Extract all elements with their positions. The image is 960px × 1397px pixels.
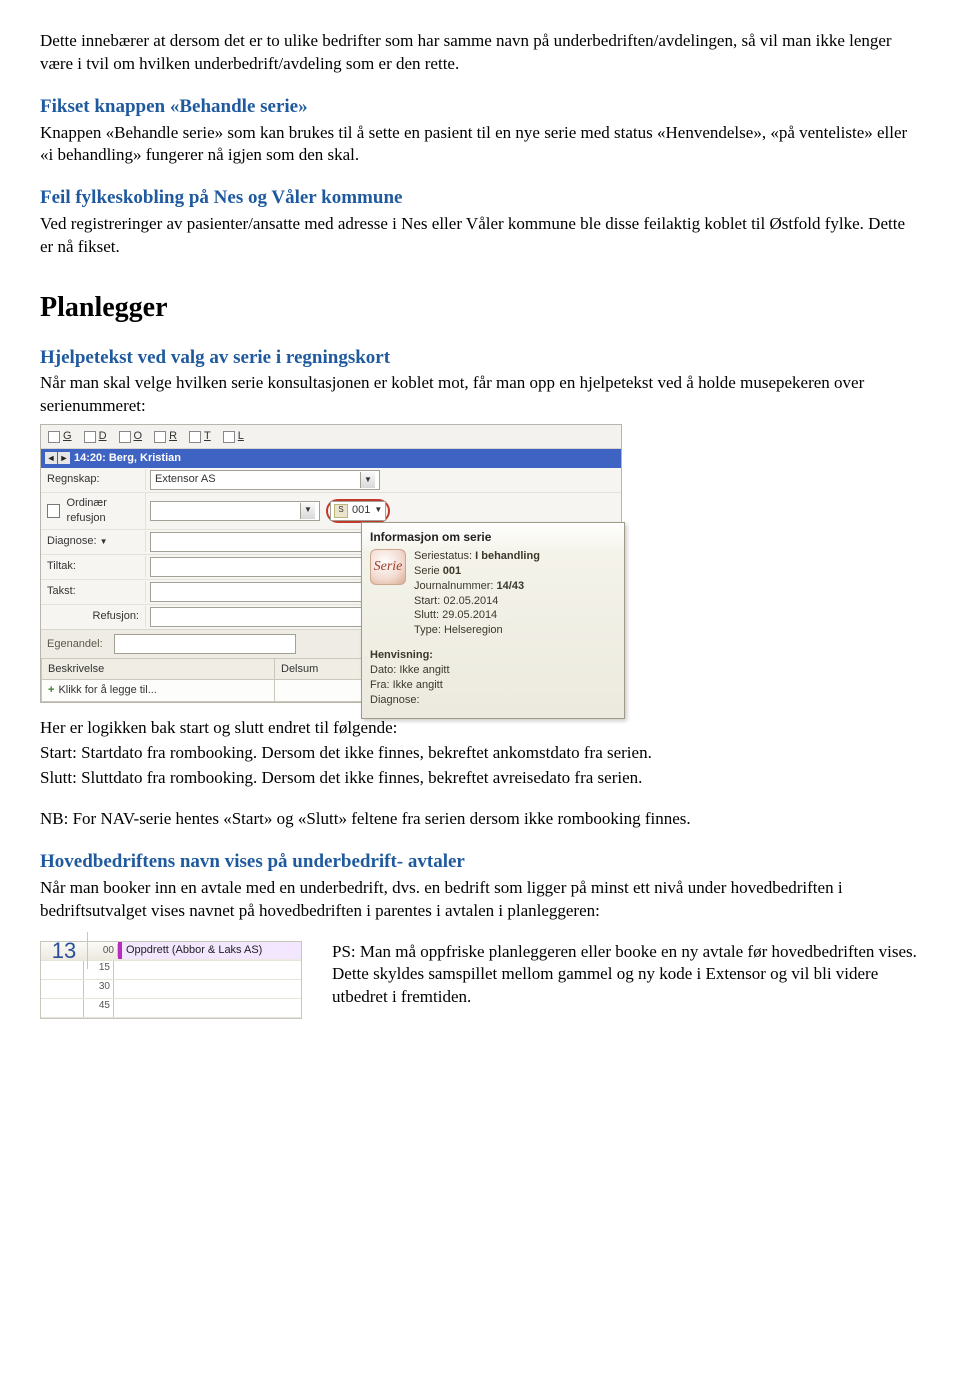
serie-tooltip-icon: Serie: [370, 549, 406, 585]
logic-start: Start: Startdato fra rombooking. Dersom …: [40, 742, 920, 765]
tooltip-title: Informasjon om serie: [370, 529, 616, 545]
serie-tooltip: Informasjon om serie Serie Seriestatus: …: [361, 522, 625, 719]
egenandel-input[interactable]: [114, 634, 296, 654]
body-hovedbedrift: Når man booker inn en avtale med en unde…: [40, 877, 920, 923]
tabbar: ◄ ► 14:20: Berg, Kristian: [41, 449, 621, 468]
heading-hjelpetekst: Hjelpetekst ved valg av serie i regnings…: [40, 345, 920, 371]
col-beskrivelse: Beskrivelse: [42, 659, 275, 680]
toolbar-button-d[interactable]: D: [79, 427, 112, 446]
heading-hovedbedrift: Hovedbedriftens navn vises på underbedri…: [40, 849, 920, 875]
minute-15: 15: [84, 961, 114, 979]
ordinaer-label: Ordinær refusjon: [67, 496, 139, 526]
screenshot-regningskort: G D O R T L ◄ ► 14:20: Berg, Kristian Re…: [40, 424, 622, 703]
heading-fylkeskobling: Feil fylkeskobling på Nes og Våler kommu…: [40, 185, 920, 211]
body-hjelpetekst: Når man skal velge hvilken serie konsult…: [40, 372, 920, 418]
minute-00: 00: [88, 944, 118, 958]
minute-30: 30: [84, 980, 114, 998]
serie-value: 001: [352, 503, 370, 518]
serie-icon: S: [334, 504, 348, 518]
tab-next-icon[interactable]: ►: [58, 452, 70, 464]
toolbar-button-l[interactable]: L: [218, 427, 249, 446]
tooltip-sub-body: Dato: Ikke angitt Fra: Ikke angitt Diagn…: [370, 663, 616, 708]
toolbar-button-g[interactable]: G: [43, 427, 77, 446]
label-diagnose: Diagnose: ▼: [41, 531, 146, 552]
regnskap-dropdown[interactable]: Extensor AS ▼: [150, 470, 380, 490]
tab-label[interactable]: 14:20: Berg, Kristian: [74, 451, 181, 466]
ordinaer-refusjon-checkbox[interactable]: Ordinær refusjon: [41, 493, 146, 529]
regnskap-value: Extensor AS: [155, 472, 216, 487]
label-tiltak: Tiltak:: [41, 556, 146, 577]
logic-intro: Her er logikken bak start og slutt endre…: [40, 717, 920, 740]
toolbar-button-t[interactable]: T: [184, 427, 216, 446]
toolbar-button-r[interactable]: R: [149, 427, 182, 446]
grid-add-label: Klikk for å legge til...: [58, 683, 156, 698]
logic-slutt: Slutt: Sluttdato fra rombooking. Dersom …: [40, 767, 920, 790]
toolbar: G D O R T L: [41, 425, 621, 449]
tooltip-body: Seriestatus: I behandling Serie 001 Jour…: [414, 549, 540, 638]
checkbox-icon: [47, 504, 60, 518]
chevron-down-icon: ▼: [300, 503, 315, 519]
minute-45: 45: [84, 999, 114, 1017]
intro-paragraph: Dette innebærer at dersom det er to ulik…: [40, 30, 920, 76]
ps-note: PS: Man må oppfriske planleggeren eller …: [332, 941, 920, 1010]
toolbar-button-o[interactable]: O: [114, 427, 148, 446]
body-fylkeskobling: Ved registreringer av pasienter/ansatte …: [40, 213, 920, 259]
body-behandle-serie: Knappen «Behandle serie» som kan brukes …: [40, 122, 920, 168]
screenshot-planlegger-slot: 13 00 Oppdrett (Abbor & Laks AS) 15 30 4…: [40, 941, 302, 1019]
section-title-planlegger: Planlegger: [40, 289, 920, 327]
tooltip-subtitle: Henvisning:: [370, 648, 616, 663]
heading-behandle-serie: Fikset knappen «Behandle serie»: [40, 94, 920, 120]
label-refusjon: Refusjon:: [41, 606, 146, 627]
label-takst: Takst:: [41, 581, 146, 602]
label-regnskap: Regnskap:: [41, 469, 146, 490]
refusjon-type-dropdown[interactable]: ▼: [150, 501, 320, 521]
serie-highlight-circle: S 001 ▼: [326, 499, 390, 523]
logic-nb: NB: For NAV-serie hentes «Start» og «Slu…: [40, 808, 920, 831]
plus-icon: +: [48, 683, 54, 698]
chevron-down-icon: ▼: [360, 472, 375, 488]
serie-dropdown[interactable]: S 001 ▼: [330, 501, 386, 521]
appointment-slot[interactable]: Oppdrett (Abbor & Laks AS): [118, 942, 301, 959]
tab-prev-icon[interactable]: ◄: [45, 452, 57, 464]
chevron-down-icon: ▼: [374, 505, 382, 516]
